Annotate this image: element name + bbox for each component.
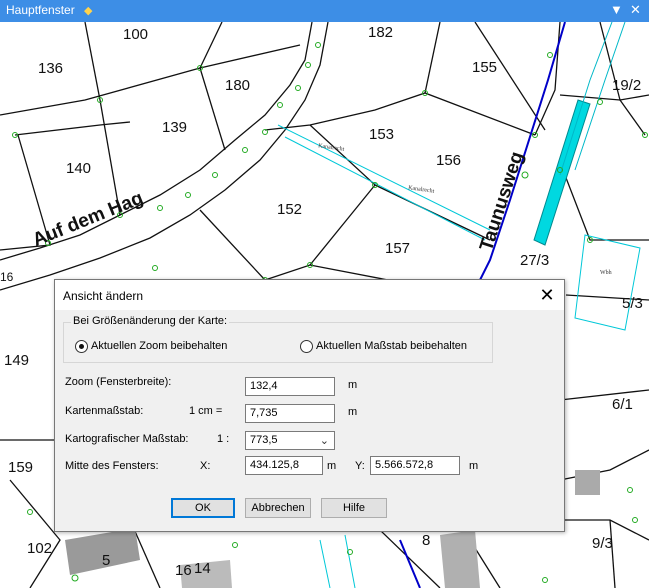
plot-label: 6/1 [612, 396, 633, 413]
carto-scale-value: 773,5 [250, 434, 278, 446]
radio-selected-dot [79, 344, 84, 349]
center-label: Mitte des Fensters: [65, 460, 159, 472]
plot-label: 140 [66, 160, 92, 177]
plot-label: 14 [194, 560, 211, 577]
y-input[interactable]: 5.566.572,8 [370, 456, 460, 475]
plot-label: 139 [162, 119, 188, 136]
scale-unit: m [348, 406, 358, 418]
plot-label: 149 [4, 352, 30, 369]
keep-zoom-label[interactable]: Aktuellen Zoom beibehalten [91, 340, 227, 352]
carto-scale-prefix: 1 : [217, 433, 230, 445]
status-diamond-icon: ◆ [84, 5, 93, 17]
y-unit: m [469, 460, 479, 472]
ok-button[interactable]: OK [171, 498, 235, 518]
plot-label: 157 [385, 240, 411, 257]
plot-label: 155 [472, 59, 498, 76]
plot-label: 16 [0, 270, 14, 284]
plot-label: 152 [277, 201, 303, 218]
keep-scale-label[interactable]: Aktuellen Maßstab beibehalten [316, 340, 467, 352]
plot-label: 27/3 [520, 252, 550, 269]
plot-label: 136 [38, 60, 64, 77]
plot-label: 8 [422, 532, 431, 549]
plot-label: 156 [436, 152, 462, 169]
scale-label: Kartenmaßstab: [65, 405, 144, 417]
cancel-button[interactable]: Abbrechen [245, 498, 311, 518]
chevron-down-icon[interactable]: ⌄ [320, 434, 329, 447]
plot-label: 19/2 [612, 77, 642, 94]
window-titlebar[interactable]: Hauptfenster ◆ ▼ ✕ [0, 0, 649, 22]
plot-label: 5/3 [622, 295, 643, 312]
plot-label: 100 [123, 26, 149, 43]
plot-label: 182 [368, 24, 394, 41]
group-label: Bei Größenänderung der Karte: [71, 315, 230, 327]
plot-label: 180 [225, 77, 251, 94]
y-label: Y: [355, 460, 365, 472]
view-change-dialog: Ansicht ändern ✕ Bei Größenänderung der … [54, 279, 565, 532]
scale-prefix: 1 cm = [189, 405, 223, 417]
x-unit: m [327, 460, 337, 472]
x-label: X: [200, 460, 211, 472]
zoom-unit: m [348, 379, 358, 391]
keep-scale-radio[interactable] [300, 340, 313, 353]
dialog-titlebar[interactable]: Ansicht ändern ✕ [55, 280, 564, 310]
carto-scale-select[interactable]: 773,5 ⌄ [245, 431, 335, 450]
x-input[interactable]: 434.125,8 [245, 456, 323, 475]
pin-icon[interactable]: ▼ [610, 2, 623, 17]
carto-scale-label: Kartografischer Maßstab: [65, 433, 189, 445]
close-icon[interactable]: ✕ [536, 284, 558, 306]
zoom-input[interactable]: 132,4 [245, 377, 335, 396]
plot-label: 16 [175, 562, 192, 579]
plot-label: 153 [369, 126, 395, 143]
plot-label: 102 [27, 540, 53, 557]
help-button[interactable]: Hilfe [321, 498, 387, 518]
dialog-title: Ansicht ändern [63, 289, 144, 303]
zoom-label: Zoom (Fensterbreite): [65, 376, 172, 388]
window-title: Hauptfenster [6, 3, 75, 17]
plot-label: 9/3 [592, 535, 613, 552]
annotation-label: Wbh [600, 270, 612, 276]
keep-zoom-radio[interactable] [75, 340, 88, 353]
plot-label: 5 [102, 552, 111, 569]
scale-input[interactable]: 7,735 [245, 404, 335, 423]
close-icon[interactable]: ✕ [630, 2, 641, 18]
plot-label: 159 [8, 459, 34, 476]
